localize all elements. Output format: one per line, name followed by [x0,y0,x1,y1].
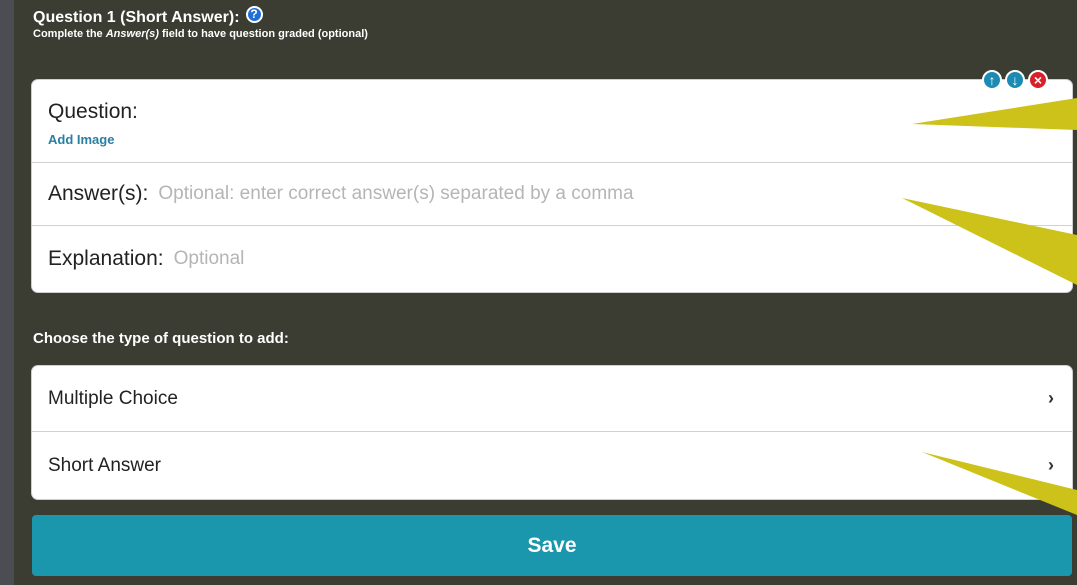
question-card: Question: Add Image Answer(s): Explanati… [32,80,1072,292]
question-type-list: Multiple Choice › Short Answer › [32,366,1072,499]
explanation-field-row: Explanation: [32,226,1072,292]
close-circle-icon[interactable]: × [1028,70,1048,90]
type-option-multiple-choice[interactable]: Multiple Choice › [32,366,1072,432]
question-title: Question 1 (Short Answer): [33,9,240,26]
chevron-right-icon: › [1048,455,1054,475]
arrow-down-circle-icon[interactable]: ↓ [1005,70,1025,90]
add-image-link[interactable]: Add Image [48,132,1072,147]
type-option-label: Multiple Choice [48,387,178,409]
question-header: Question 1 (Short Answer): ? Complete th… [33,5,368,40]
type-option-short-answer[interactable]: Short Answer › [32,432,1072,499]
question-label: Question: [48,100,138,123]
explanation-input[interactable] [171,247,876,271]
subtitle-emphasis: Answer(s) [105,28,159,40]
question-controls: ↑ ↓ × [982,70,1048,90]
question-title-row: Question 1 (Short Answer): ? [33,5,368,27]
question-field-row[interactable]: Question: Add Image [32,80,1072,163]
save-button[interactable]: Save [32,515,1072,576]
arrow-up-circle-icon[interactable]: ↑ [982,70,1002,90]
subtitle-prefix: Complete the [33,28,106,40]
answers-field-row: Answer(s): [32,163,1072,226]
choose-type-title: Choose the type of question to add: [33,330,289,347]
question-subtitle: Complete the Answer(s) field to have que… [33,28,368,40]
answers-label: Answer(s): [48,182,149,205]
answers-input[interactable] [156,182,861,206]
question-circle-icon[interactable]: ? [245,5,263,23]
explanation-label: Explanation: [48,247,164,270]
editor-panel: Question 1 (Short Answer): ? Complete th… [14,0,1077,585]
type-option-label: Short Answer [48,454,161,476]
subtitle-suffix: field to have question graded (optional) [158,28,368,40]
chevron-right-icon: › [1048,388,1054,408]
